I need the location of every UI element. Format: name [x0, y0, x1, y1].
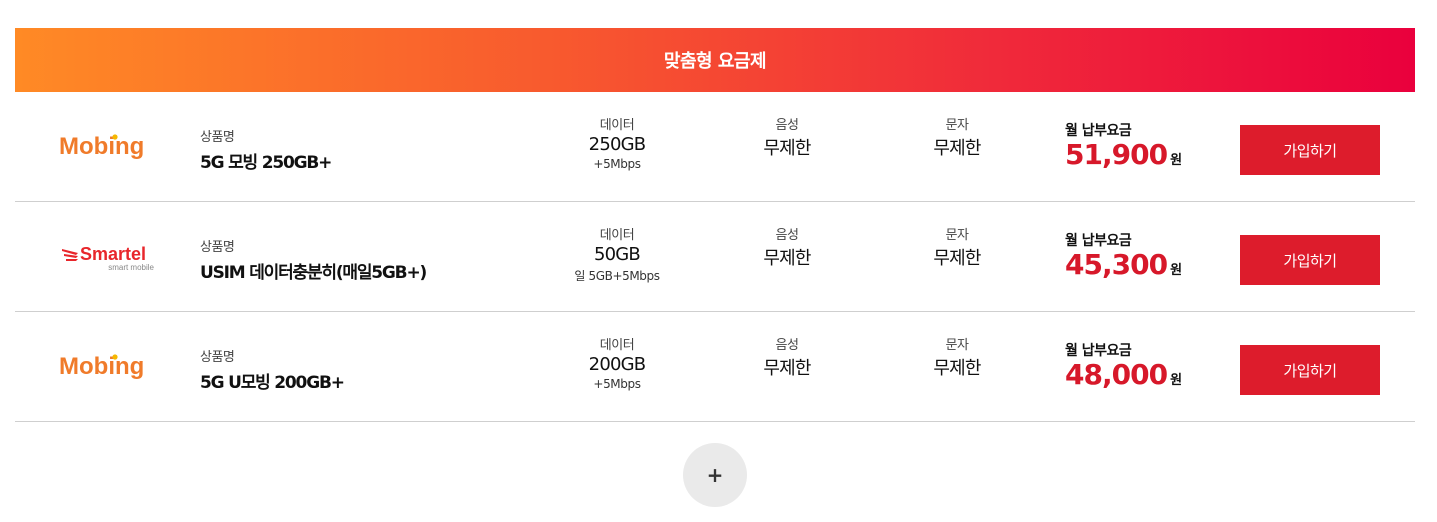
monthly-price: 월 납부요금 51,900 원: [1065, 120, 1182, 171]
price-unit: 원: [1170, 373, 1183, 388]
mobing-logo: Mobing: [50, 92, 160, 202]
plan-name: USIM 데이터충분히(매일5GB+): [200, 263, 427, 283]
monthly-price: 월 납부요금 48,000 원: [1065, 340, 1182, 391]
plan-name-block: 상품명 USIM 데이터충분히(매일5GB+): [200, 236, 427, 283]
plans-banner: 맞춤형 요금제: [15, 28, 1415, 92]
sms-label: 문자: [945, 118, 969, 133]
svg-text:Mobing: Mobing: [59, 353, 144, 380]
voice-label: 음성: [775, 228, 799, 243]
data-label: 데이터: [599, 228, 635, 243]
price-label: 월 납부요금: [1065, 343, 1132, 359]
sms-spec: 문자 무제한: [897, 114, 1017, 160]
svg-text:Smartel: Smartel: [80, 244, 146, 264]
voice-value: 무제한: [763, 358, 811, 379]
sms-spec: 문자 무제한: [897, 334, 1017, 380]
voice-spec: 음성 무제한: [727, 114, 847, 160]
price-label: 월 납부요금: [1065, 123, 1132, 139]
price-label: 월 납부요금: [1065, 233, 1132, 249]
join-button[interactable]: 가입하기: [1240, 345, 1380, 395]
price-amount: 51,900: [1065, 138, 1168, 171]
mobing-logo: Mobing: [50, 312, 160, 422]
sms-value: 무제한: [933, 358, 981, 379]
plan-list: Mobing 상품명 5G 모빙 250GB+ 데이터 250GB +5Mbps…: [15, 92, 1415, 422]
plan-name-label: 상품명: [200, 130, 235, 145]
banner-title: 맞춤형 요금제: [663, 51, 767, 72]
data-sub: 일 5GB+5Mbps: [574, 269, 660, 283]
voice-label: 음성: [775, 118, 799, 133]
svg-text:Mobing: Mobing: [59, 133, 144, 160]
plan-row: Smartel smart mobile 상품명 USIM 데이터충분히(매일5…: [15, 202, 1415, 312]
data-label: 데이터: [599, 118, 635, 133]
data-value: 200GB: [588, 354, 646, 375]
data-value: 50GB: [593, 244, 641, 265]
price-amount: 48,000: [1065, 358, 1168, 391]
data-spec: 데이터 250GB +5Mbps: [557, 114, 677, 171]
price-unit: 원: [1170, 153, 1183, 168]
data-sub: +5Mbps: [593, 157, 641, 171]
voice-label: 음성: [775, 338, 799, 353]
join-button[interactable]: 가입하기: [1240, 235, 1380, 285]
plan-row: Mobing 상품명 5G U모빙 200GB+ 데이터 200GB +5Mbp…: [15, 312, 1415, 422]
join-button[interactable]: 가입하기: [1240, 125, 1380, 175]
monthly-price: 월 납부요금 45,300 원: [1065, 230, 1182, 281]
data-spec: 데이터 50GB 일 5GB+5Mbps: [557, 224, 677, 284]
sms-value: 무제한: [933, 248, 981, 269]
plan-name: 5G U모빙 200GB+: [200, 373, 345, 393]
smartel-logo: Smartel smart mobile: [50, 202, 160, 312]
voice-spec: 음성 무제한: [727, 224, 847, 270]
sms-label: 문자: [945, 338, 969, 353]
sms-label: 문자: [945, 228, 969, 243]
price-amount: 45,300: [1065, 248, 1168, 281]
data-spec: 데이터 200GB +5Mbps: [557, 334, 677, 391]
svg-text:smart mobile: smart mobile: [108, 263, 154, 272]
plan-name-block: 상품명 5G 모빙 250GB+: [200, 126, 332, 173]
data-value: 250GB: [588, 134, 646, 155]
data-label: 데이터: [599, 338, 635, 353]
voice-value: 무제한: [763, 248, 811, 269]
plan-name-block: 상품명 5G U모빙 200GB+: [200, 346, 345, 393]
plan-name-label: 상품명: [200, 350, 235, 365]
plan-name-label: 상품명: [200, 240, 235, 255]
voice-value: 무제한: [763, 138, 811, 159]
plan-row: Mobing 상품명 5G 모빙 250GB+ 데이터 250GB +5Mbps…: [15, 92, 1415, 202]
plan-name: 5G 모빙 250GB+: [200, 153, 332, 173]
voice-spec: 음성 무제한: [727, 334, 847, 380]
sms-value: 무제한: [933, 138, 981, 159]
sms-spec: 문자 무제한: [897, 224, 1017, 270]
price-unit: 원: [1170, 263, 1183, 278]
load-more-button[interactable]: +: [683, 443, 747, 507]
data-sub: +5Mbps: [593, 377, 641, 391]
